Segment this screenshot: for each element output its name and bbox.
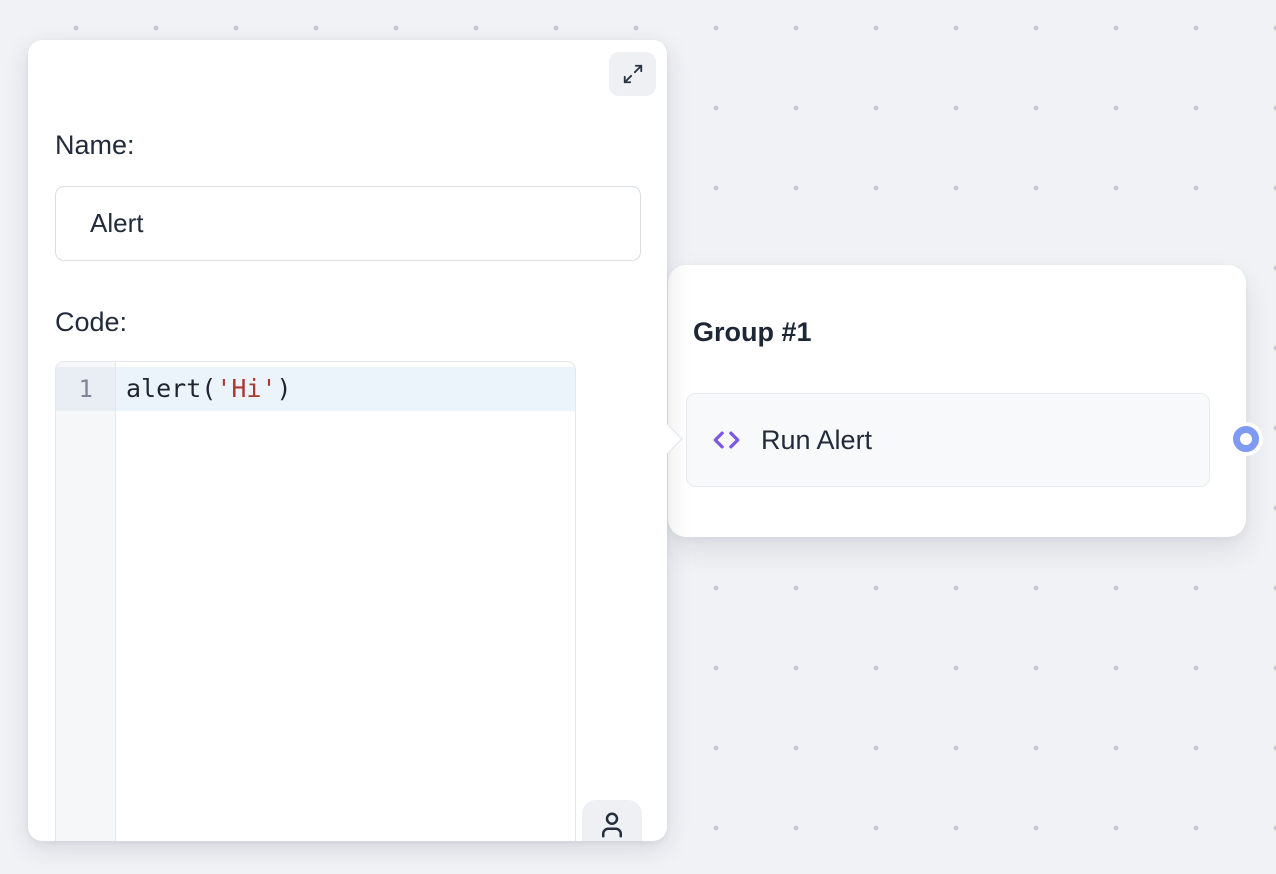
code-icon — [710, 425, 743, 455]
name-input[interactable] — [55, 186, 641, 261]
name-label: Name: — [55, 130, 135, 161]
line-number: 1 — [56, 367, 115, 411]
code-token-plain: ) — [277, 374, 292, 403]
connection-handle[interactable] — [1229, 422, 1263, 456]
user-icon — [597, 810, 627, 840]
node-label: Run Alert — [761, 425, 872, 456]
code-line: alert('Hi') — [116, 367, 575, 411]
run-alert-node[interactable]: Run Alert — [686, 393, 1210, 487]
maximize-icon — [622, 63, 644, 85]
flow-canvas[interactable]: Group #1 Run Alert — [0, 0, 1276, 874]
code-editor[interactable]: 1 alert('Hi') — [55, 361, 576, 841]
code-token-string: 'Hi' — [216, 374, 276, 403]
connection-handle-ring — [1233, 426, 1259, 452]
code-editor-gutter: 1 — [56, 362, 116, 841]
code-editor-content[interactable]: alert('Hi') — [116, 362, 575, 841]
user-button[interactable] — [582, 800, 642, 841]
expand-button[interactable] — [609, 52, 656, 96]
code-token-plain: alert( — [126, 374, 216, 403]
group-title: Group #1 — [693, 317, 812, 348]
code-label: Code: — [55, 307, 127, 338]
node-editor-panel: Name: Code: 1 alert('Hi') — [28, 40, 667, 841]
group-card[interactable]: Group #1 Run Alert — [668, 265, 1246, 537]
